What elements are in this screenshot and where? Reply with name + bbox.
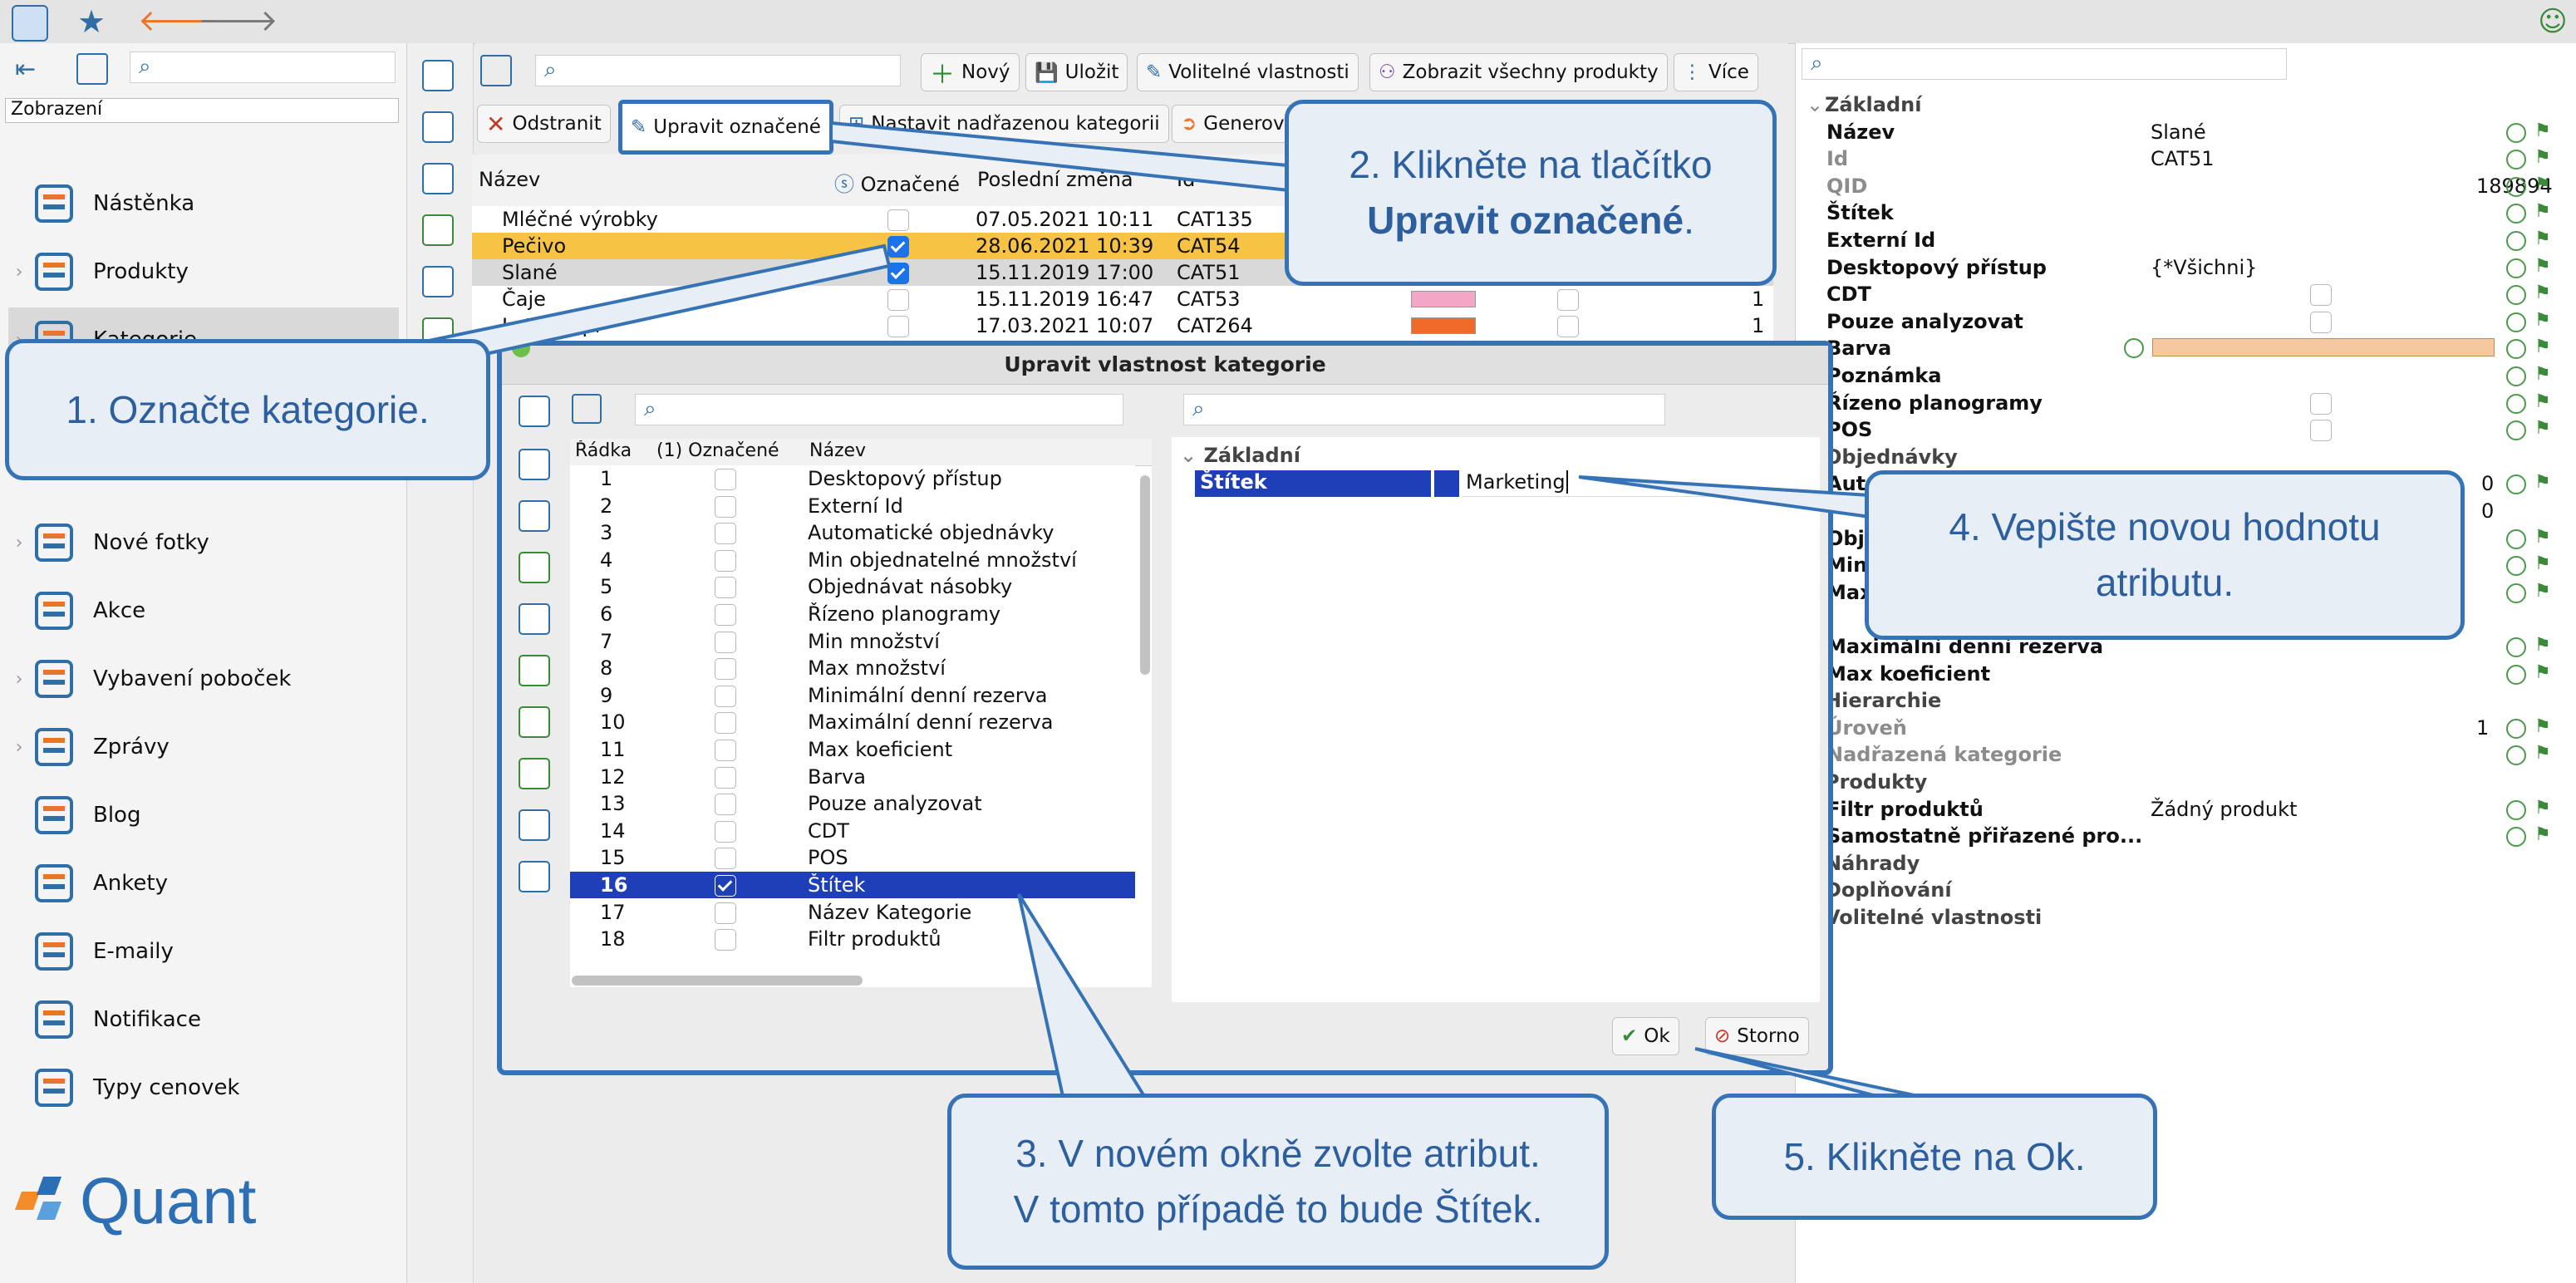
callout-4-line1: 4. Vepište novou hodnotu: [1949, 505, 2381, 549]
callout-3-line2: V tomto případě to bude Štítek.: [1013, 1187, 1543, 1231]
callout-2-line1: 2. Klikněte na tlačítko: [1349, 143, 1713, 187]
callout-step-3: 3. V novém okně zvolte atribut. V tomto …: [947, 1094, 1609, 1270]
callout-2-period: .: [1684, 199, 1694, 242]
callout-step-2: 2. Klikněte na tlačítko Upravit označené…: [1285, 100, 1777, 286]
callout-4-line2: atributu.: [2095, 561, 2234, 604]
pointer-3: [1017, 892, 1150, 1102]
pointer-4: [1578, 475, 1871, 519]
pointer-2: [829, 120, 1298, 194]
callout-5-text: 5. Klikněte na Ok.: [1783, 1134, 2086, 1178]
callout-1-text: 1. Označte kategorie.: [66, 387, 430, 431]
callout-3-line1: 3. V novém okně zvolte atribut.: [1015, 1132, 1541, 1176]
callout-step-4: 4. Vepište novou hodnotu atributu.: [1865, 470, 2465, 640]
callout-step-5: 5. Klikněte na Ok.: [1712, 1094, 2157, 1220]
callout-2-bold: Upravit označené: [1367, 199, 1684, 242]
callout-step-1: 1. Označte kategorie.: [5, 339, 490, 480]
